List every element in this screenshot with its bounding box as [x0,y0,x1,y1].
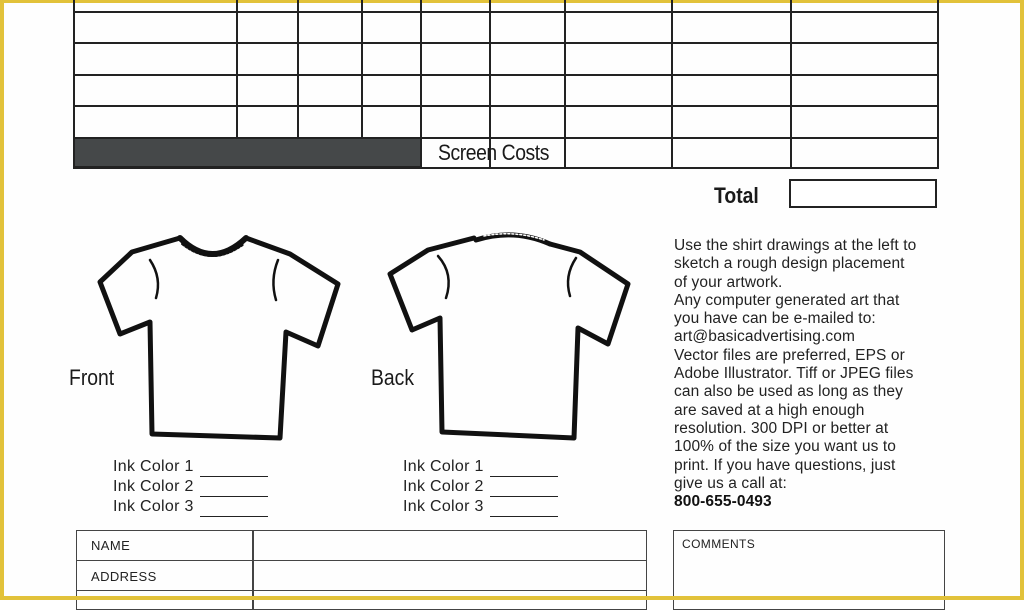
ink-color-label: Ink Color 1 [113,458,194,475]
ink-color-label: Ink Color 2 [403,478,484,495]
grid-cell[interactable] [792,44,937,74]
grid-cell[interactable] [238,44,297,74]
grid-cell[interactable] [363,107,420,137]
screen-costs-cell[interactable] [792,139,937,167]
grid-cell[interactable] [75,107,236,137]
front-shirt-drawing[interactable] [92,228,342,456]
name-label: NAME [91,538,131,553]
instruction-line: can also be used as long as they [674,383,903,401]
instruction-line: 100% of the size you want us to [674,438,896,456]
back-shirt-drawing[interactable] [384,226,634,456]
grid-cell[interactable] [422,76,489,105]
grid-cell[interactable] [566,13,671,42]
instruction-line: resolution. 300 DPI or better at [674,419,889,437]
grid-cell[interactable] [238,76,297,105]
instruction-line: Vector files are preferred, EPS or [674,346,905,364]
back-ink-colors: Ink Color 1 Ink Color 2 Ink Color 3 [403,457,558,517]
back-ink-color-1: Ink Color 1 [403,457,558,477]
front-ink-color-1: Ink Color 1 [113,457,268,477]
ink-color-field[interactable] [489,482,558,497]
frame-bottom-edge [0,596,1024,600]
total-label: Total [714,183,759,208]
grid-cell[interactable] [792,13,937,42]
shirt-outline-icon [97,235,341,441]
shaded-cell [73,137,422,168]
grid-cell[interactable] [673,76,790,105]
grid-cell[interactable] [363,44,420,74]
instruction-line: Adobe Illustrator. Tiff or JPEG files [674,365,914,383]
grid-cell[interactable] [75,13,236,42]
back-ink-color-3: Ink Color 3 [403,497,558,517]
screen-costs-cell[interactable] [566,139,671,167]
phone-number: 800-655-0493 [674,493,772,511]
grid-cell[interactable] [792,107,937,137]
grid-cell[interactable] [238,107,297,137]
total-field[interactable] [789,179,937,208]
ink-color-label: Ink Color 1 [403,458,484,475]
grid-cell[interactable] [491,107,564,137]
grid-cell[interactable] [491,13,564,42]
ink-color-field[interactable] [199,462,268,477]
instruction-lines: Use the shirt drawings at the left to ske… [674,237,964,493]
instruction-line: sketch a rough design placement [674,255,905,273]
ink-color-field[interactable] [199,502,268,517]
grid-cell[interactable] [491,76,564,105]
instruction-line: are saved at a high enough [674,401,865,419]
ink-color-label: Ink Color 3 [113,498,194,515]
front-label: Front [69,365,115,390]
name-row[interactable]: NAME [77,531,646,561]
grid-cell[interactable] [299,44,361,74]
front-ink-colors: Ink Color 1 Ink Color 2 Ink Color 3 [113,457,268,517]
address-row[interactable]: ADDRESS [77,561,646,591]
address-label: ADDRESS [91,569,157,584]
grid-cell[interactable] [299,76,361,105]
shirt-outline-icon [387,232,631,441]
ink-color-field[interactable] [489,462,558,477]
screen-costs-label: Screen Costs [438,139,549,165]
grid-cell[interactable] [566,76,671,105]
grid-column-line [937,0,939,169]
grid-cell[interactable] [673,13,790,42]
artwork-instructions: Use the shirt drawings at the left to ske… [674,237,964,511]
grid-cell[interactable] [422,44,489,74]
grid-cell[interactable] [491,44,564,74]
back-ink-color-2: Ink Color 2 [403,477,558,497]
back-label: Back [371,365,415,390]
front-ink-color-2: Ink Color 2 [113,477,268,497]
grid-cell[interactable] [673,107,790,137]
grid-cell[interactable] [673,44,790,74]
grid-cell[interactable] [238,13,297,42]
grid-cell[interactable] [299,13,361,42]
grid-cell[interactable] [363,76,420,105]
comments-label: COMMENTS [682,537,756,551]
ink-color-label: Ink Color 3 [403,498,484,515]
grid-cell[interactable] [363,13,420,42]
grid-cell[interactable] [566,44,671,74]
ink-color-label: Ink Color 2 [113,478,194,495]
instruction-line: Use the shirt drawings at the left to [674,237,917,254]
ink-color-field[interactable] [489,502,558,517]
instruction-line: you have can be e-mailed to: [674,310,876,328]
grid-cell[interactable] [422,107,489,137]
instruction-line: print. If you have questions, just [674,456,896,474]
grid-cell[interactable] [422,13,489,42]
ink-color-field[interactable] [199,482,268,497]
instruction-line: art@basicadvertising.com [674,328,855,346]
grid-cell[interactable] [75,76,236,105]
grid-cell[interactable] [299,107,361,137]
front-ink-color-3: Ink Color 3 [113,497,268,517]
instruction-line: Any computer generated art that [674,291,900,309]
grid-cell[interactable] [75,44,236,74]
instruction-line: give us a call at: [674,474,787,492]
grid-cell[interactable] [792,76,937,105]
screen-costs-cell[interactable] [673,139,790,167]
instruction-line: of your artwork. [674,273,783,291]
grid-cell[interactable] [566,107,671,137]
